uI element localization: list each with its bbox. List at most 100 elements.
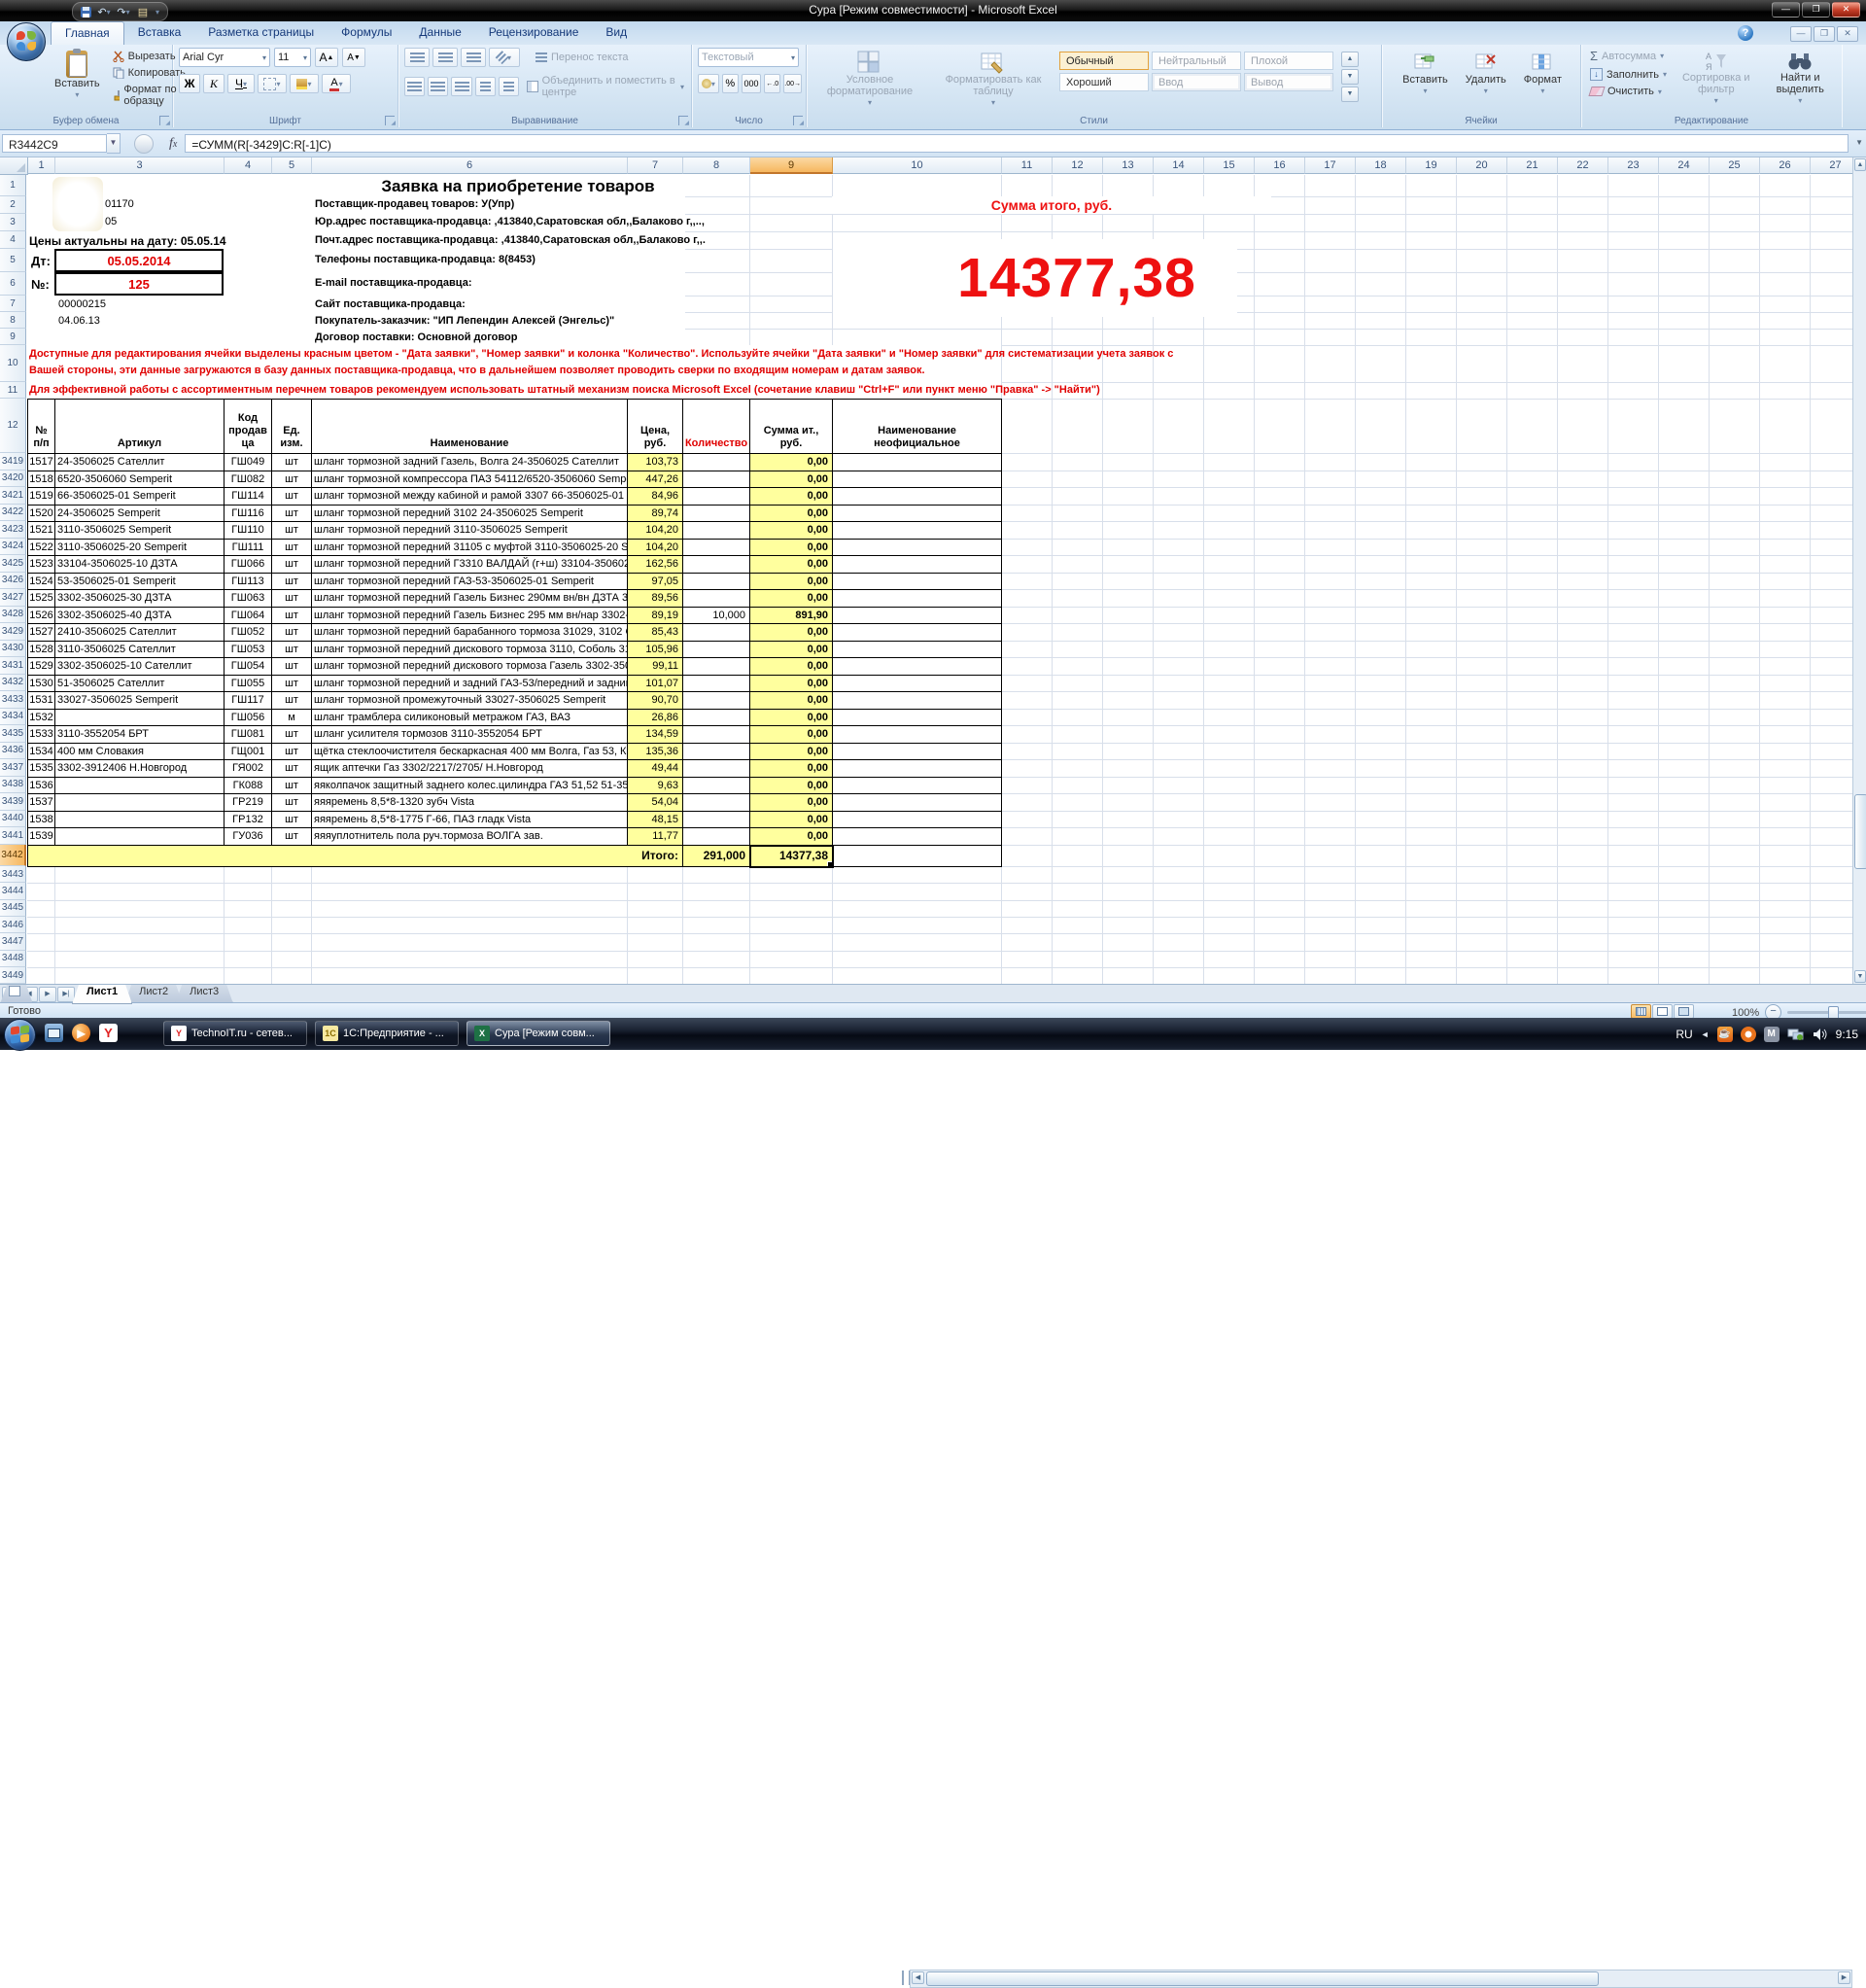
row-header-1[interactable]: 1 bbox=[0, 175, 26, 196]
cell[interactable]: шт bbox=[272, 488, 312, 506]
cell[interactable]: 1528 bbox=[28, 642, 55, 659]
cell[interactable] bbox=[833, 590, 1002, 608]
cell[interactable] bbox=[683, 778, 750, 795]
cell[interactable]: 49,44 bbox=[628, 760, 683, 778]
tab-Данные[interactable]: Данные bbox=[405, 21, 474, 45]
cell[interactable]: 3302-3506025-40 ДЗТА bbox=[55, 608, 225, 625]
cell[interactable]: 11,77 bbox=[628, 828, 683, 846]
cell[interactable] bbox=[833, 744, 1002, 761]
cell[interactable]: 447,26 bbox=[628, 471, 683, 489]
cell[interactable]: шт bbox=[272, 676, 312, 693]
column-header-13[interactable]: 13 bbox=[1103, 157, 1154, 174]
cell[interactable]: 1522 bbox=[28, 540, 55, 557]
cell[interactable] bbox=[833, 726, 1002, 744]
cell-style-Вывод[interactable]: Вывод bbox=[1244, 73, 1333, 91]
tab-Рецензирование[interactable]: Рецензирование bbox=[475, 21, 593, 45]
table-row[interactable]: 1538ГР132штяяяремень 8,5*8-1775 Г-66, ПА… bbox=[28, 812, 1002, 829]
clipboard-dialog-launcher[interactable] bbox=[159, 116, 169, 125]
agent-tray-icon[interactable] bbox=[1741, 1027, 1756, 1042]
cell[interactable]: 0,00 bbox=[750, 744, 833, 761]
cell[interactable]: ГШ049 bbox=[225, 454, 272, 471]
cell[interactable] bbox=[683, 710, 750, 727]
cell[interactable]: 0,00 bbox=[750, 590, 833, 608]
row-header-3448[interactable]: 3448 bbox=[0, 951, 26, 967]
column-header-21[interactable]: 21 bbox=[1507, 157, 1558, 174]
cell[interactable]: шт bbox=[272, 590, 312, 608]
cell[interactable] bbox=[683, 676, 750, 693]
column-header-9[interactable]: 9 bbox=[750, 157, 833, 174]
row-header-3420[interactable]: 3420 bbox=[0, 471, 26, 488]
cell[interactable] bbox=[683, 574, 750, 591]
cell[interactable]: 0,00 bbox=[750, 812, 833, 829]
mail-tray-icon[interactable]: M bbox=[1764, 1027, 1780, 1042]
cell[interactable]: 0,00 bbox=[750, 710, 833, 727]
network-tray-icon[interactable] bbox=[1787, 1028, 1805, 1041]
row-header-3422[interactable]: 3422 bbox=[0, 505, 26, 522]
cell[interactable]: 0,00 bbox=[750, 454, 833, 471]
row-header-3438[interactable]: 3438 bbox=[0, 777, 26, 794]
fill-color-button[interactable]: ▾ bbox=[290, 74, 319, 93]
cell[interactable]: яяколпачок защитный заднего колес.цилинд… bbox=[312, 778, 628, 795]
cell[interactable]: 0,00 bbox=[750, 522, 833, 540]
table-row[interactable]: 15353302-3912406 Н.НовгородГЯ002штящик а… bbox=[28, 760, 1002, 778]
row-header-3427[interactable]: 3427 bbox=[0, 589, 26, 607]
cell[interactable]: 3110-3506025 Semperit bbox=[55, 522, 225, 540]
cell[interactable] bbox=[833, 608, 1002, 625]
cell[interactable]: 0,00 bbox=[750, 692, 833, 710]
cell[interactable]: яяяуплотнитель пола руч.тормоза ВОЛГА за… bbox=[312, 828, 628, 846]
total-row[interactable]: Итого:291,00014377,38 bbox=[28, 846, 1002, 868]
cell[interactable] bbox=[683, 590, 750, 608]
cell[interactable]: 97,05 bbox=[628, 574, 683, 591]
format-as-table-button[interactable]: Форматировать как таблицу▾ bbox=[935, 48, 1052, 112]
cell[interactable]: шт bbox=[272, 812, 312, 829]
cell[interactable]: 24-3506025 Сателлит bbox=[55, 454, 225, 471]
grow-font-button[interactable]: А▲ bbox=[315, 48, 338, 67]
row-header-3442[interactable]: 3442 bbox=[0, 845, 26, 867]
row-header-3423[interactable]: 3423 bbox=[0, 521, 26, 539]
column-header-14[interactable]: 14 bbox=[1154, 157, 1204, 174]
column-header-22[interactable]: 22 bbox=[1558, 157, 1608, 174]
cell[interactable]: 90,70 bbox=[628, 692, 683, 710]
column-header-26[interactable]: 26 bbox=[1760, 157, 1811, 174]
cell[interactable]: 0,00 bbox=[750, 642, 833, 659]
table-row[interactable]: 1539ГУ036штяяяуплотнитель пола руч.тормо… bbox=[28, 828, 1002, 846]
percent-button[interactable]: % bbox=[722, 74, 739, 93]
cell[interactable]: ГШ055 bbox=[225, 676, 272, 693]
italic-button[interactable]: К bbox=[203, 74, 225, 93]
row-header-3436[interactable]: 3436 bbox=[0, 743, 26, 760]
cell[interactable]: шланг тормозной компрессора ПАЗ 54112/65… bbox=[312, 471, 628, 489]
formula-input[interactable]: =СУММ(R[-3429]C:R[-1]C) bbox=[185, 134, 1849, 153]
delete-cells-button[interactable]: Удалить▾ bbox=[1462, 48, 1510, 100]
column-header-3[interactable]: 3 bbox=[55, 157, 225, 174]
row-header-3435[interactable]: 3435 bbox=[0, 725, 26, 743]
vertical-scrollbar[interactable]: ▲ ▼ bbox=[1852, 157, 1866, 984]
insert-function-icon[interactable]: fx bbox=[169, 136, 177, 152]
close-button[interactable]: ✕ bbox=[1832, 2, 1860, 17]
cell[interactable]: шланг тормозной передний 31105 с муфтой … bbox=[312, 540, 628, 557]
volume-tray-icon[interactable] bbox=[1813, 1028, 1828, 1041]
align-bottom-button[interactable] bbox=[461, 48, 486, 67]
cell[interactable]: 1532 bbox=[28, 710, 55, 727]
fill-handle[interactable] bbox=[827, 861, 833, 867]
cell[interactable]: шланг тормозной передний дискового тормо… bbox=[312, 658, 628, 676]
row-header-3447[interactable]: 3447 bbox=[0, 933, 26, 950]
row-header-3446[interactable]: 3446 bbox=[0, 917, 26, 933]
table-row[interactable]: 15253302-3506025-30 ДЗТАГШ063штшланг тор… bbox=[28, 590, 1002, 608]
row-header-6[interactable]: 6 bbox=[0, 272, 26, 296]
shrink-font-button[interactable]: А▼ bbox=[342, 48, 365, 67]
cell[interactable] bbox=[683, 744, 750, 761]
cell[interactable]: 1530 bbox=[28, 676, 55, 693]
cell[interactable]: 24-3506025 Semperit bbox=[55, 506, 225, 523]
minimize-button[interactable]: — bbox=[1772, 2, 1800, 17]
cell[interactable]: 3302-3506025-10 Сателлит bbox=[55, 658, 225, 676]
row-header-3430[interactable]: 3430 bbox=[0, 641, 26, 658]
cell[interactable]: шланг тормозной передний и задний ГАЗ-53… bbox=[312, 676, 628, 693]
cell[interactable] bbox=[55, 812, 225, 829]
decrease-indent-button[interactable] bbox=[475, 77, 496, 96]
horizontal-scrollbar[interactable]: ◀ ▶ bbox=[910, 1970, 1852, 1988]
cell[interactable]: ГШ081 bbox=[225, 726, 272, 744]
cell[interactable]: 51-3506025 Сателлит bbox=[55, 676, 225, 693]
row-header-3425[interactable]: 3425 bbox=[0, 555, 26, 573]
row-header-3421[interactable]: 3421 bbox=[0, 487, 26, 505]
row-header-3424[interactable]: 3424 bbox=[0, 539, 26, 556]
